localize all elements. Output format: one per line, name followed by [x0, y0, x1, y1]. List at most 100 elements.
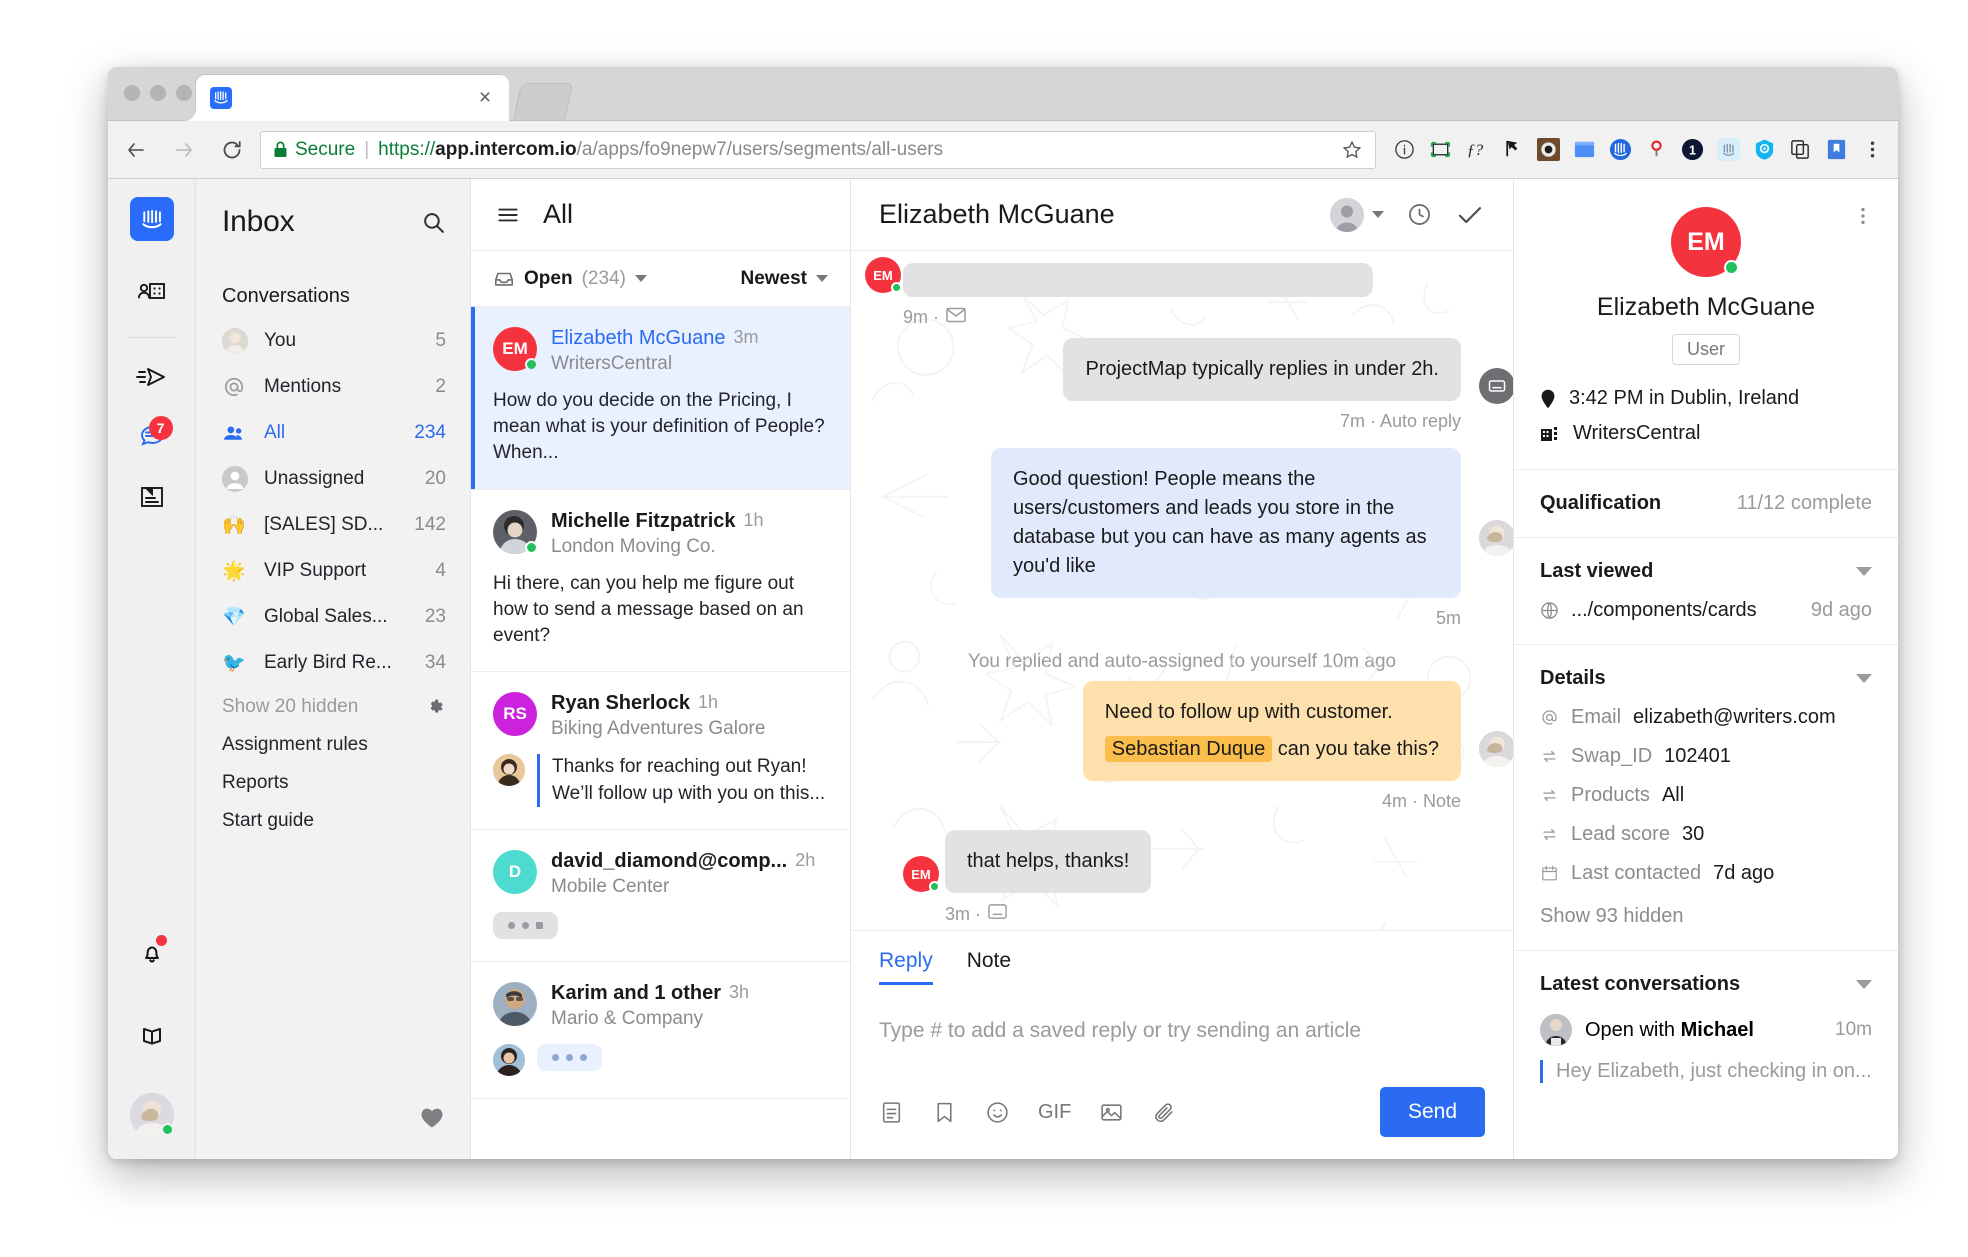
sidebar-item-mentions[interactable]: Mentions 2 [196, 364, 470, 410]
image-icon[interactable] [1099, 1100, 1124, 1125]
chevron-down-icon [1372, 211, 1384, 218]
gear-icon[interactable] [424, 696, 446, 718]
info-circle-icon[interactable] [1386, 132, 1422, 168]
sidebar-item-global-sales[interactable]: 💎 Global Sales... 23 [196, 594, 470, 640]
at-sign-icon [1540, 708, 1559, 727]
pointer-flag-icon[interactable] [1494, 132, 1530, 168]
rail-user-avatar[interactable] [130, 1093, 174, 1137]
new-tab-button[interactable] [512, 83, 574, 121]
email-icon [946, 307, 966, 328]
detail-row-lead-score[interactable]: Lead score 30 [1540, 823, 1872, 846]
f-question-icon[interactable]: ƒ? [1458, 132, 1494, 168]
message-meta: 3m · [945, 903, 1007, 926]
open-filter-dropdown[interactable]: Open (234) [493, 268, 647, 290]
camera-lens-icon[interactable] [1530, 132, 1566, 168]
bookmark-icon[interactable] [932, 1100, 957, 1125]
snooze-clock-icon[interactable] [1406, 201, 1433, 228]
search-icon[interactable] [421, 210, 446, 235]
location-pin-icon [1540, 389, 1556, 409]
bookmark-star-icon[interactable] [1341, 139, 1363, 161]
browser-tab[interactable]: × [196, 75, 509, 121]
intercom-circle-icon[interactable] [1602, 132, 1638, 168]
details-show-hidden[interactable]: Show 93 hidden [1540, 905, 1872, 928]
rail-item-contacts[interactable] [125, 267, 179, 321]
emoji-icon[interactable] [985, 1100, 1010, 1125]
chrome-menu-icon[interactable] [1854, 132, 1890, 168]
close-window-button[interactable] [124, 85, 140, 101]
copy-pages-icon[interactable] [1782, 132, 1818, 168]
rail-item-notifications[interactable] [125, 929, 179, 983]
browser-tabstrip: × [108, 67, 1898, 121]
list-item[interactable]: EM Elizabeth McGuane 3m WritersCentral H… [471, 307, 850, 490]
intercom-logo-icon[interactable] [129, 197, 174, 241]
rail-item-messages[interactable] [125, 352, 179, 406]
sidebar-item-sales-sd[interactable]: 🙌 [SALES] SD... 142 [196, 502, 470, 548]
detail-row-products[interactable]: Products All [1540, 784, 1872, 807]
sidebar-item-you[interactable]: You 5 [196, 318, 470, 364]
sidebar-item-all[interactable]: All 234 [196, 410, 470, 456]
detail-row-last-contacted[interactable]: Last contacted 7d ago [1540, 862, 1872, 885]
online-status-dot [161, 1123, 174, 1136]
detail-value: 7d ago [1713, 862, 1775, 884]
tab-reply[interactable]: Reply [879, 949, 933, 985]
sidebar-item-early-bird[interactable]: 🐦 Early Bird Re... 34 [196, 640, 470, 686]
reload-button[interactable] [212, 130, 252, 170]
address-bar[interactable]: Secure | https://app.intercom.io/a/apps/… [260, 130, 1376, 169]
minimize-window-button[interactable] [150, 85, 166, 101]
close-conversation-check-icon[interactable] [1455, 200, 1485, 230]
user-location: 3:42 PM in Dublin, Ireland [1540, 387, 1872, 410]
heart-icon[interactable] [420, 1107, 444, 1135]
list-item[interactable]: Karim and 1 other 3h Mario & Company [471, 962, 850, 1099]
list-item[interactable]: Michelle Fitzpatrick 1h London Moving Co… [471, 490, 850, 673]
saved-reply-icon[interactable] [879, 1100, 904, 1125]
gif-button[interactable]: GIF [1038, 1101, 1071, 1124]
nav-link-reports[interactable]: Reports [196, 756, 470, 794]
detail-value: 102401 [1664, 745, 1731, 767]
forward-button[interactable] [164, 130, 204, 170]
rail-item-articles[interactable] [125, 472, 179, 526]
cyan-eye-icon[interactable] [1746, 132, 1782, 168]
swap-icon [1540, 747, 1559, 766]
crop-frame-icon[interactable] [1422, 132, 1458, 168]
location-pin-icon[interactable] [1638, 132, 1674, 168]
last-viewed-header[interactable]: Last viewed [1540, 560, 1872, 583]
list-item[interactable]: RS Ryan Sherlock 1h Biking Adventures Ga… [471, 672, 850, 830]
details-header[interactable]: Details [1540, 667, 1872, 690]
tab-note[interactable]: Note [967, 949, 1011, 985]
avatar: EM [865, 257, 902, 293]
assignee-dropdown[interactable] [1330, 197, 1384, 232]
composer-input[interactable]: Type # to add a saved reply or try sendi… [879, 985, 1485, 1087]
raised-hands-emoji-icon: 🙌 [222, 515, 246, 536]
avatar-initials: EM [911, 866, 931, 882]
latest-conversations-header[interactable]: Latest conversations [1540, 973, 1872, 996]
rail-item-guide[interactable] [125, 1011, 179, 1065]
avatar [1479, 731, 1513, 767]
back-button[interactable] [116, 130, 156, 170]
blue-notepad-icon[interactable] [1566, 132, 1602, 168]
nav-link-start-guide[interactable]: Start guide [196, 794, 470, 832]
detail-row-email[interactable]: Email elizabeth@writers.com [1540, 706, 1872, 729]
latest-conversation-item[interactable]: Open with Michael 10m [1540, 1014, 1872, 1046]
list-item[interactable]: D david_diamond@comp... 2h Mobile Center [471, 830, 850, 962]
qualification-label: Qualification [1540, 492, 1662, 514]
detail-row-swap-id[interactable]: Swap_ID 102401 [1540, 745, 1872, 768]
badge-one-icon[interactable]: 1 [1674, 132, 1710, 168]
attachment-icon[interactable] [1152, 1100, 1177, 1125]
rail-item-conversations[interactable]: 7 [125, 412, 179, 466]
message-meta: 9m · [903, 307, 966, 328]
sort-dropdown[interactable]: Newest [740, 268, 828, 290]
nav-link-assignment-rules[interactable]: Assignment rules [196, 718, 470, 756]
show-hidden-row[interactable]: Show 20 hidden [196, 686, 470, 718]
sidebar-item-unassigned[interactable]: Unassigned 20 [196, 456, 470, 502]
more-vertical-icon[interactable] [1852, 205, 1874, 232]
hamburger-icon[interactable] [495, 202, 521, 228]
sidebar-item-label: [SALES] SD... [264, 514, 384, 535]
light-intercom-icon[interactable] [1710, 132, 1746, 168]
mention-chip[interactable]: Sebastian Duque [1104, 736, 1273, 762]
tab-close-button[interactable]: × [473, 86, 497, 110]
maximize-window-button[interactable] [176, 85, 192, 101]
bookmark-icon[interactable] [1818, 132, 1854, 168]
last-viewed-row[interactable]: .../components/cards 9d ago [1540, 599, 1872, 622]
send-button[interactable]: Send [1379, 1087, 1485, 1137]
sidebar-item-vip-support[interactable]: 🌟 VIP Support 4 [196, 548, 470, 594]
